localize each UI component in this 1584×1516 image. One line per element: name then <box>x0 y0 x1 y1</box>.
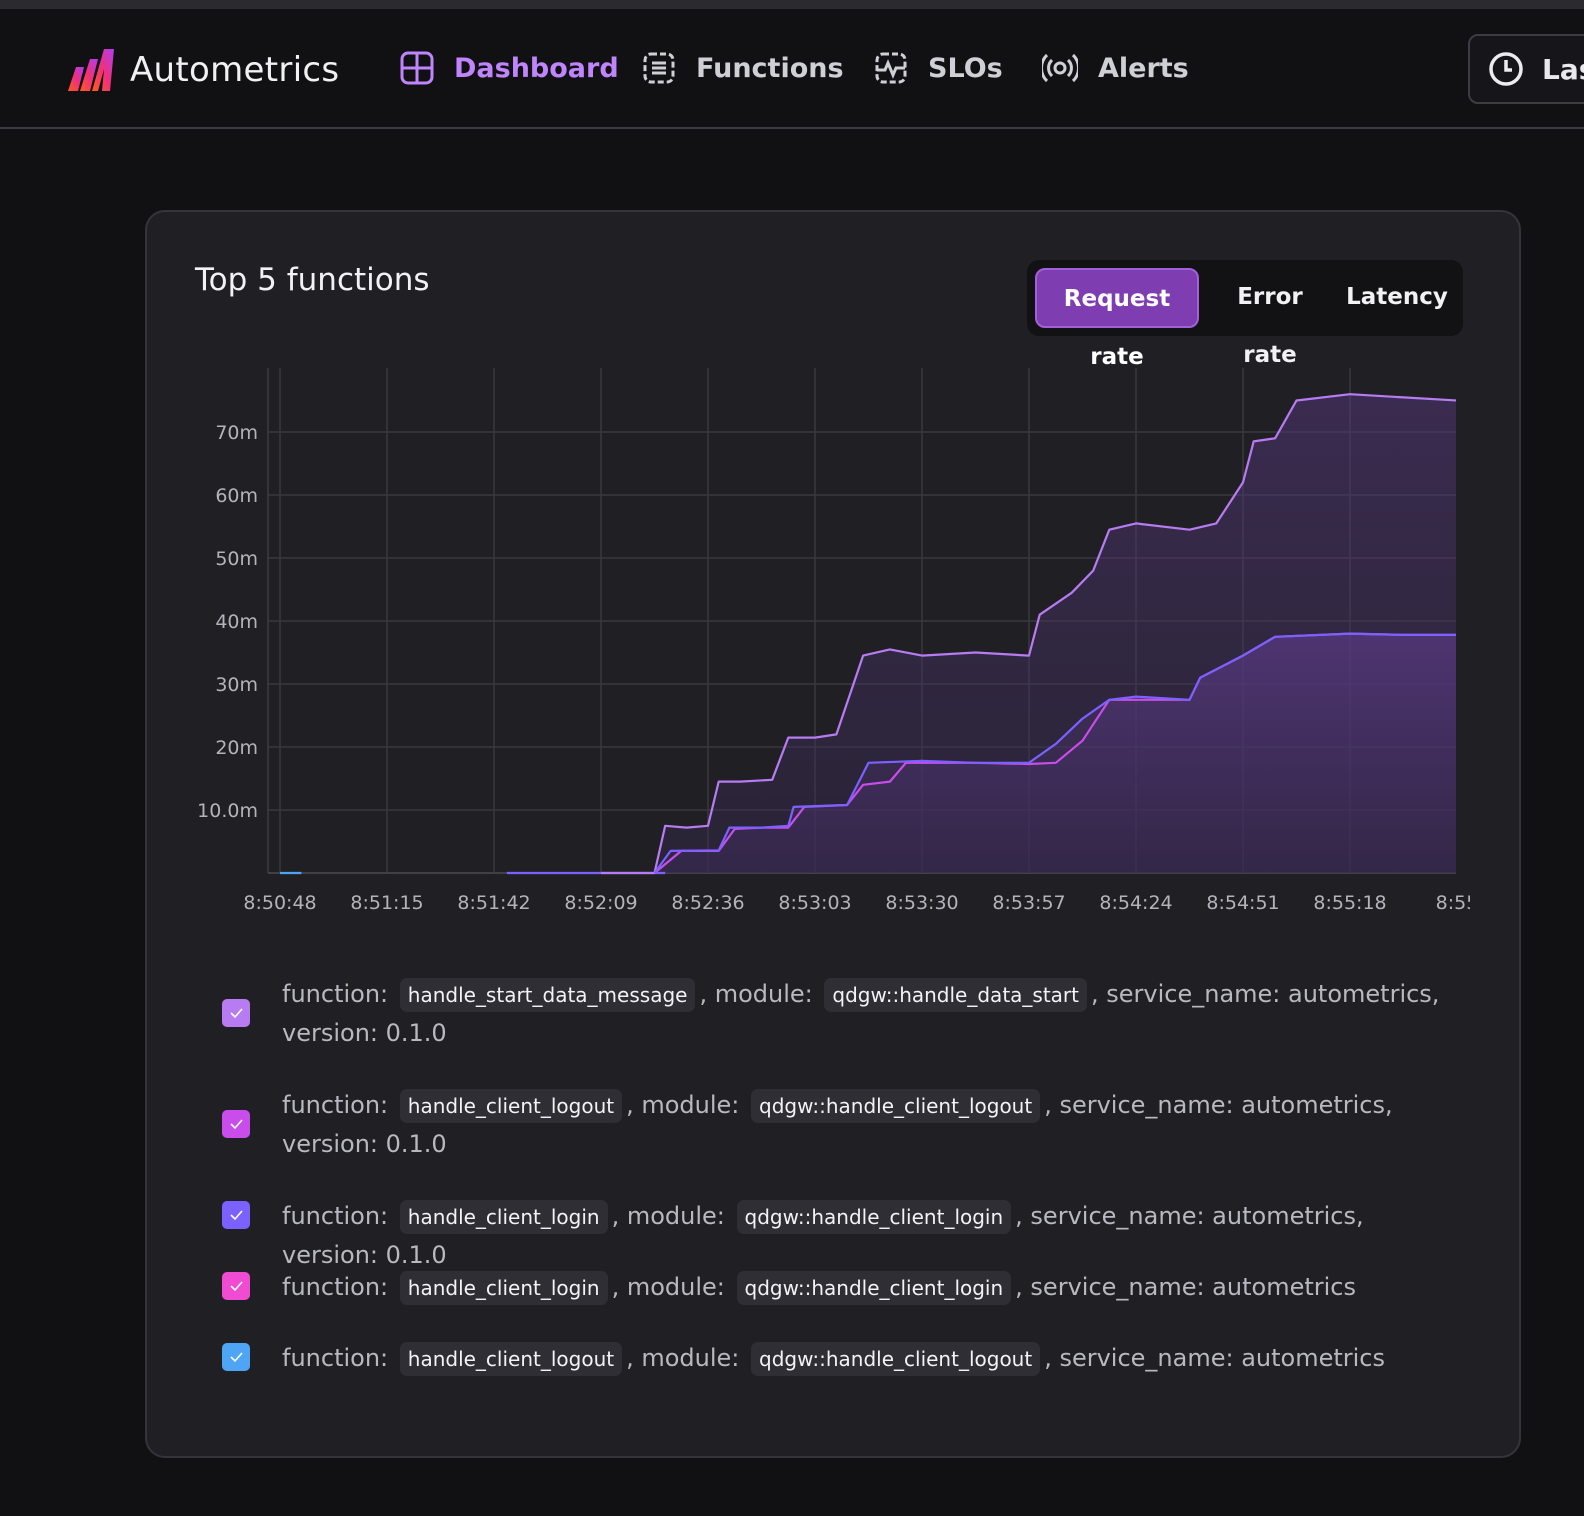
legend-key: , module: <box>611 1273 733 1301</box>
legend-checkbox[interactable] <box>222 1201 250 1229</box>
time-range-picker[interactable]: Las <box>1468 34 1584 104</box>
nav-slos[interactable]: SLOs <box>874 51 1003 85</box>
legend-checkbox[interactable] <box>222 1272 250 1300</box>
nav-slos-label: SLOs <box>928 52 1003 84</box>
module-chip: qdgw::handle_data_start <box>824 978 1087 1012</box>
y-tick-label: 70m <box>215 422 258 444</box>
legend-tail: , service_name: autometrics <box>1015 1273 1356 1301</box>
y-tick-label: 40m <box>215 611 258 633</box>
check-icon <box>230 1352 243 1363</box>
function-chip: handle_client_logout <box>399 1342 623 1376</box>
metric-tabs: Request rate Error rate Latency <box>1027 260 1463 370</box>
x-tick-label: 8:53:03 <box>778 892 851 914</box>
module-chip: qdgw::handle_client_login <box>736 1271 1012 1305</box>
card-title: Top 5 functions <box>195 262 430 298</box>
legend-label: function: handle_client_logout, module: … <box>282 1339 1440 1378</box>
x-tick-label: 8:54:51 <box>1206 892 1279 914</box>
nav-alerts[interactable]: Alerts <box>1042 51 1189 85</box>
legend-label: function: handle_client_login, module: q… <box>282 1197 1440 1275</box>
legend-item[interactable]: function: handle_client_logout, module: … <box>220 1339 1440 1378</box>
tab-latency[interactable]: Latency <box>1341 268 1453 328</box>
legend-label: function: handle_client_logout, module: … <box>282 1086 1440 1164</box>
legend-item[interactable]: function: handle_start_data_message, mod… <box>220 975 1440 1053</box>
legend-item[interactable]: function: handle_client_logout, module: … <box>220 1086 1440 1164</box>
legend-checkbox[interactable] <box>222 1343 250 1371</box>
legend-key: function: <box>282 1344 396 1372</box>
legend-key: , module: <box>699 980 821 1008</box>
time-range-label: Las <box>1542 52 1584 86</box>
function-chip: handle_client_logout <box>399 1089 623 1123</box>
x-tick-label: 8:51:15 <box>350 892 423 914</box>
legend-key: function: <box>282 1091 396 1119</box>
module-chip: qdgw::handle_client_logout <box>751 1342 1041 1376</box>
legend-label: function: handle_client_login, module: q… <box>282 1268 1440 1307</box>
legend-key: , module: <box>626 1344 748 1372</box>
y-tick-label: 20m <box>215 737 258 759</box>
y-tick-label: 50m <box>215 548 258 570</box>
autometrics-logo-icon <box>68 49 114 91</box>
top-navbar: Autometrics Dashboard Functions SLOs Ale… <box>0 9 1584 129</box>
nav-dashboard[interactable]: Dashboard <box>400 51 619 85</box>
nav-functions[interactable]: Functions <box>642 51 844 85</box>
slo-pulse-icon <box>875 52 907 84</box>
legend-key: function: <box>282 1202 396 1230</box>
legend-label: function: handle_start_data_message, mod… <box>282 975 1440 1053</box>
tab-error-rate[interactable]: Error rate <box>1207 268 1333 368</box>
series-group <box>280 393 1456 875</box>
legend-item[interactable]: function: handle_client_login, module: q… <box>220 1197 1440 1275</box>
legend-checkbox[interactable] <box>222 999 250 1027</box>
legend-key: function: <box>282 1273 396 1301</box>
legend-key: , module: <box>611 1202 733 1230</box>
request-rate-chart[interactable]: 70m 60m 50m 40m 30m 20m 10.0m 8:50:48 8:51:15 8:5… <box>190 360 1470 930</box>
alert-broadcast-icon <box>1042 53 1078 83</box>
check-icon <box>230 1210 243 1221</box>
legend-checkbox[interactable] <box>222 1110 250 1138</box>
y-tick-label: 30m <box>215 674 258 696</box>
check-icon <box>230 1281 243 1292</box>
legend-item[interactable]: function: handle_client_login, module: q… <box>220 1268 1440 1307</box>
nav-alerts-label: Alerts <box>1098 52 1189 84</box>
function-chip: handle_client_login <box>399 1271 608 1305</box>
legend-tail: , service_name: autometrics <box>1044 1344 1386 1372</box>
module-chip: qdgw::handle_client_login <box>736 1200 1012 1234</box>
x-tick-label: 8:55 <box>1436 892 1470 914</box>
module-chip: qdgw::handle_client_logout <box>751 1089 1041 1123</box>
check-icon <box>230 1008 243 1019</box>
brand[interactable]: Autometrics <box>66 47 339 93</box>
x-tick-label: 8:54:24 <box>1099 892 1172 914</box>
x-tick-label: 8:52:36 <box>671 892 744 914</box>
functions-list-icon <box>643 52 675 84</box>
clock-icon <box>1489 52 1523 86</box>
x-tick-label: 8:52:09 <box>564 892 637 914</box>
function-chip: handle_client_login <box>399 1200 608 1234</box>
x-tick-label: 8:55:18 <box>1313 892 1386 914</box>
legend-key: , module: <box>626 1091 748 1119</box>
nav-dashboard-label: Dashboard <box>454 52 619 84</box>
check-icon <box>230 1119 243 1130</box>
y-tick-label: 60m <box>215 485 258 507</box>
x-tick-label: 8:50:48 <box>243 892 316 914</box>
x-tick-label: 8:53:57 <box>992 892 1065 914</box>
tab-request-rate[interactable]: Request rate <box>1035 268 1199 370</box>
app-name: Autometrics <box>130 50 340 90</box>
dashboard-grid-icon <box>400 51 434 85</box>
nav-functions-label: Functions <box>696 52 844 84</box>
y-tick-label: 10.0m <box>197 800 258 822</box>
window-top-strip <box>0 0 1584 9</box>
x-tick-label: 8:53:30 <box>885 892 958 914</box>
x-tick-label: 8:51:42 <box>457 892 530 914</box>
legend-key: function: <box>282 980 396 1008</box>
function-chip: handle_start_data_message <box>399 978 696 1012</box>
